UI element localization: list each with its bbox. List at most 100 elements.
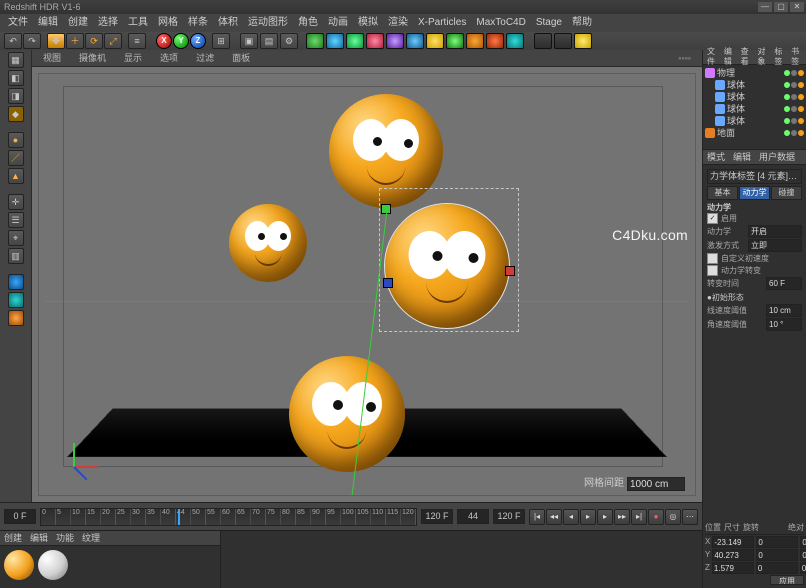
lin-threshold-input[interactable] — [766, 304, 802, 317]
obj-tab-编辑[interactable]: 编辑 — [724, 47, 735, 66]
object-tag-dot[interactable] — [791, 106, 797, 112]
sphere-object-4[interactable] — [289, 356, 405, 472]
coord-tab-rot[interactable]: 旋转 — [743, 523, 759, 533]
move-tool[interactable]: ＋ — [66, 33, 84, 49]
history-button[interactable]: ≡ — [128, 33, 146, 49]
timeline-end-field[interactable]: 120 F — [421, 509, 453, 524]
null-icon[interactable] — [534, 33, 552, 49]
layer-icon[interactable] — [554, 33, 572, 49]
rot-b-input[interactable] — [800, 562, 806, 574]
snap-button[interactable]: ⌖ — [8, 230, 24, 246]
rot-h-input[interactable] — [800, 536, 806, 548]
mat-tab-创建[interactable]: 创建 — [4, 533, 22, 544]
object-tag-dot[interactable] — [784, 94, 790, 100]
object-mode-button[interactable]: ◆ — [8, 106, 24, 122]
coord-tab-size[interactable]: 尺寸 — [724, 523, 740, 533]
menu-MaxToC4D[interactable]: MaxToC4D — [472, 16, 529, 30]
pos-z-input[interactable] — [712, 562, 754, 574]
light-icon[interactable] — [426, 33, 444, 49]
size-x-input[interactable] — [756, 536, 798, 548]
play-button[interactable]: ▸ — [580, 509, 596, 525]
object-tag-dot[interactable] — [791, 70, 797, 76]
pos-y-input[interactable] — [712, 549, 754, 561]
coord-apply-button[interactable] — [770, 575, 804, 585]
workplane-button[interactable]: ▥ — [8, 248, 24, 264]
attr-tab-basic[interactable]: 基本 — [707, 186, 738, 200]
attr-tab-collision[interactable]: 碰撞 — [771, 186, 802, 200]
custom-velocity-checkbox[interactable] — [707, 253, 718, 264]
make-editable-button[interactable]: ▦ — [8, 52, 24, 68]
next-frame-button[interactable]: ▸ — [597, 509, 613, 525]
menu-帮助[interactable]: 帮助 — [568, 16, 596, 30]
render-settings-button[interactable]: ⚙ — [280, 33, 298, 49]
object-tag-dot[interactable] — [791, 130, 797, 136]
viewport-menu-filter[interactable]: 过滤 — [191, 52, 219, 65]
sphere-object-3[interactable] — [385, 204, 509, 328]
key-options-button[interactable]: ⋯ — [682, 509, 698, 525]
menu-文件[interactable]: 文件 — [4, 16, 32, 30]
mat-tab-功能[interactable]: 功能 — [56, 533, 74, 544]
character-icon[interactable] — [486, 33, 504, 49]
viewport-menu-display[interactable]: 显示 — [119, 52, 147, 65]
point-mode-button[interactable]: ● — [8, 132, 24, 148]
attr-htab-模式[interactable]: 模式 — [707, 152, 725, 163]
object-manager-tree[interactable]: 物理球体球体球体球体地面 — [703, 65, 806, 149]
timeline-track[interactable]: 0510152025303540445055606570758085909510… — [40, 508, 417, 526]
minimize-button[interactable]: — — [758, 2, 772, 12]
object-row[interactable]: 球体 — [705, 115, 804, 127]
object-tag-dot[interactable] — [784, 106, 790, 112]
coord-tab-pos[interactable]: 位置 — [705, 523, 721, 533]
timeline-current-field[interactable]: 44 — [457, 509, 489, 524]
rot-p-input[interactable] — [800, 549, 806, 561]
obj-tab-书签[interactable]: 书签 — [791, 47, 802, 66]
menu-运动图形[interactable]: 运动图形 — [244, 16, 292, 30]
object-tag-dot[interactable] — [798, 82, 804, 88]
record-button[interactable]: ● — [648, 509, 664, 525]
mograph-icon[interactable] — [466, 33, 484, 49]
next-key-button[interactable]: ▸▸ — [614, 509, 630, 525]
redo-button[interactable]: ↷ — [23, 33, 41, 49]
to-end-button[interactable]: ▸| — [631, 509, 647, 525]
obj-tab-文件[interactable]: 文件 — [707, 47, 718, 66]
object-row[interactable]: 球体 — [705, 91, 804, 103]
menu-体积[interactable]: 体积 — [214, 16, 242, 30]
object-row[interactable]: 球体 — [705, 79, 804, 91]
object-tag-dot[interactable] — [791, 82, 797, 88]
scale-tool[interactable]: ⤢ — [104, 33, 122, 49]
viewport-menu-options[interactable]: 选项 — [155, 52, 183, 65]
menu-动画[interactable]: 动画 — [324, 16, 352, 30]
mat-tab-编辑[interactable]: 编辑 — [30, 533, 48, 544]
z-axis-toggle[interactable]: Z — [190, 33, 206, 49]
size-y-input[interactable] — [756, 549, 798, 561]
menu-模拟[interactable]: 模拟 — [354, 16, 382, 30]
undo-button[interactable]: ↶ — [4, 33, 22, 49]
render-region-button[interactable] — [8, 274, 24, 290]
object-tag-dot[interactable] — [798, 94, 804, 100]
generator-icon[interactable] — [346, 33, 364, 49]
viewport-menu-view[interactable]: 视图 — [38, 52, 66, 65]
object-tag-dot[interactable] — [784, 118, 790, 124]
polygon-mode-button[interactable]: ▲ — [8, 168, 24, 184]
obj-tab-查看[interactable]: 查看 — [741, 47, 752, 66]
xpresso-button[interactable] — [8, 310, 24, 326]
deformer-icon[interactable] — [366, 33, 384, 49]
menu-网格[interactable]: 网格 — [154, 16, 182, 30]
extra-icon[interactable] — [574, 33, 592, 49]
menu-渲染[interactable]: 渲染 — [384, 16, 412, 30]
menu-Stage[interactable]: Stage — [532, 16, 566, 30]
menu-样条[interactable]: 样条 — [184, 16, 212, 30]
primitive-sphere-icon[interactable] — [326, 33, 344, 49]
timeline-start-field[interactable]: 0 F — [4, 509, 36, 524]
timeline-playhead[interactable] — [178, 509, 180, 525]
object-tag-dot[interactable] — [791, 94, 797, 100]
enable-checkbox[interactable]: ✓ — [707, 213, 718, 224]
field-icon[interactable] — [386, 33, 404, 49]
menu-角色[interactable]: 角色 — [294, 16, 322, 30]
camera-icon[interactable] — [406, 33, 424, 49]
sphere-object-2[interactable] — [229, 204, 307, 282]
ang-threshold-input[interactable] — [766, 318, 802, 331]
object-tag-dot[interactable] — [784, 130, 790, 136]
prev-key-button[interactable]: ◂◂ — [546, 509, 562, 525]
obj-tab-标签[interactable]: 标签 — [774, 47, 785, 66]
mat-tab-纹理[interactable]: 纹理 — [82, 533, 100, 544]
